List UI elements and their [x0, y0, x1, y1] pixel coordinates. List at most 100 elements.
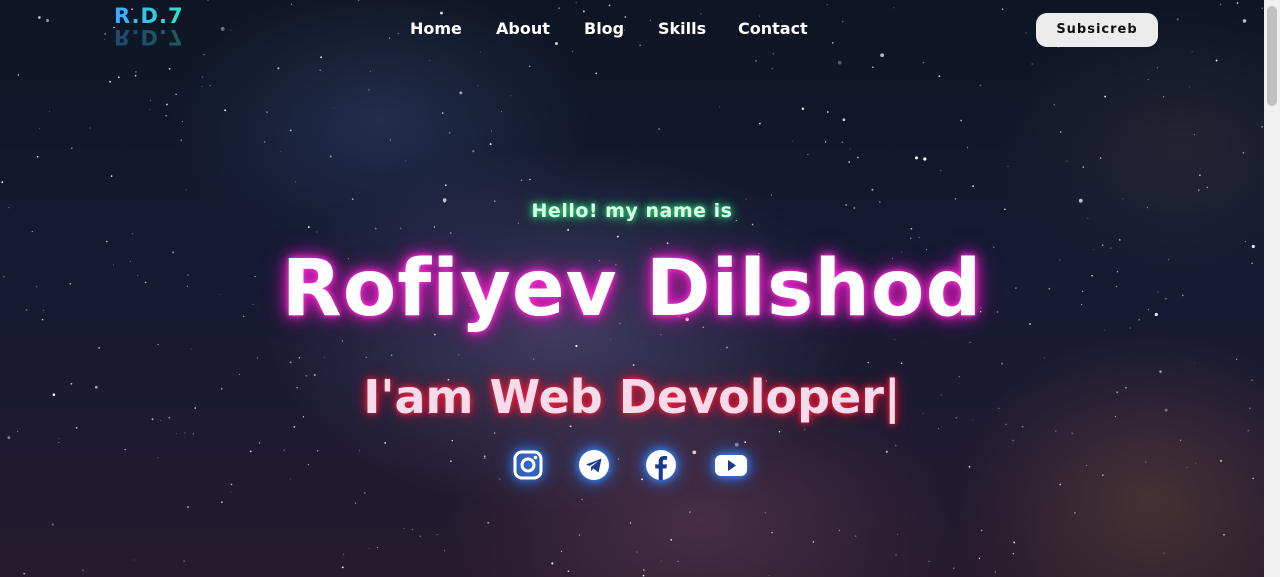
star [298, 356, 301, 359]
star [1054, 430, 1057, 432]
star [978, 557, 981, 560]
star [880, 53, 884, 58]
star [848, 161, 851, 163]
nav-link-blog[interactable]: Blog [584, 19, 624, 38]
star [479, 51, 482, 53]
star [134, 74, 137, 77]
star [893, 7, 895, 9]
star [1199, 174, 1201, 176]
star [771, 194, 772, 196]
star [751, 223, 754, 226]
nav-link-skills[interactable]: Skills [658, 19, 706, 38]
nav-link-home[interactable]: Home [410, 19, 462, 38]
star [7, 436, 11, 439]
star [910, 227, 913, 230]
star [578, 534, 581, 536]
hero-name: Rofiyev Dilshod [281, 244, 983, 334]
star [803, 428, 806, 431]
star [106, 240, 108, 243]
star [36, 155, 39, 158]
star [184, 432, 186, 434]
star [595, 72, 598, 75]
star [1082, 166, 1085, 169]
star [758, 15, 760, 17]
star [1001, 8, 1004, 10]
star [1188, 86, 1191, 88]
star [639, 44, 641, 47]
star [1242, 151, 1245, 154]
telegram-icon[interactable] [577, 448, 611, 482]
star [895, 554, 897, 556]
star [572, 50, 574, 52]
star [1191, 51, 1193, 53]
star [75, 427, 78, 429]
star [922, 61, 925, 64]
star [374, 227, 377, 230]
star [1013, 541, 1016, 544]
star [980, 529, 983, 532]
star [636, 551, 638, 553]
star [718, 106, 720, 108]
star [1099, 157, 1102, 159]
star [131, 232, 134, 235]
star [201, 85, 203, 87]
star [1001, 362, 1003, 365]
star [1247, 429, 1250, 432]
star [894, 339, 896, 341]
star [368, 89, 370, 91]
star [1104, 95, 1106, 98]
youtube-icon[interactable] [714, 448, 748, 482]
star [854, 535, 857, 538]
subscribe-button[interactable]: Subsicreb [1036, 13, 1158, 47]
instagram-icon[interactable] [511, 448, 545, 482]
star [609, 338, 611, 340]
star [157, 343, 159, 346]
star [149, 99, 152, 102]
star [333, 107, 335, 109]
star [82, 569, 84, 571]
star [23, 572, 26, 575]
star [643, 569, 645, 571]
star [582, 10, 585, 13]
scrollbar-thumb[interactable] [1267, 6, 1277, 106]
star [1223, 533, 1225, 536]
star [451, 439, 453, 442]
star [670, 538, 673, 541]
star [443, 550, 445, 552]
star [182, 121, 183, 122]
star [1219, 3, 1222, 6]
nav-link-about[interactable]: About [496, 19, 550, 38]
star [812, 541, 815, 543]
star [365, 356, 367, 359]
star [771, 68, 773, 70]
star [221, 501, 223, 503]
star [400, 227, 402, 229]
star [791, 140, 793, 142]
star [489, 143, 492, 146]
star [176, 433, 178, 435]
star [801, 107, 805, 110]
star [1074, 512, 1076, 514]
star [1066, 160, 1068, 162]
star [1193, 134, 1195, 136]
star [457, 354, 460, 356]
star [109, 80, 112, 83]
star [187, 506, 189, 508]
star [1012, 552, 1015, 555]
star [616, 235, 619, 238]
star [1156, 66, 1159, 69]
facebook-icon[interactable] [644, 448, 678, 482]
star [938, 75, 941, 77]
star [48, 110, 50, 112]
star [357, 0, 360, 1]
star [826, 3, 828, 6]
nav-link-contact[interactable]: Contact [738, 19, 808, 38]
star [1007, 166, 1009, 167]
star [1162, 96, 1165, 98]
star [558, 7, 560, 9]
star [58, 441, 60, 444]
star [700, 13, 702, 15]
star [264, 141, 266, 143]
star [867, 361, 869, 364]
star [433, 226, 435, 228]
